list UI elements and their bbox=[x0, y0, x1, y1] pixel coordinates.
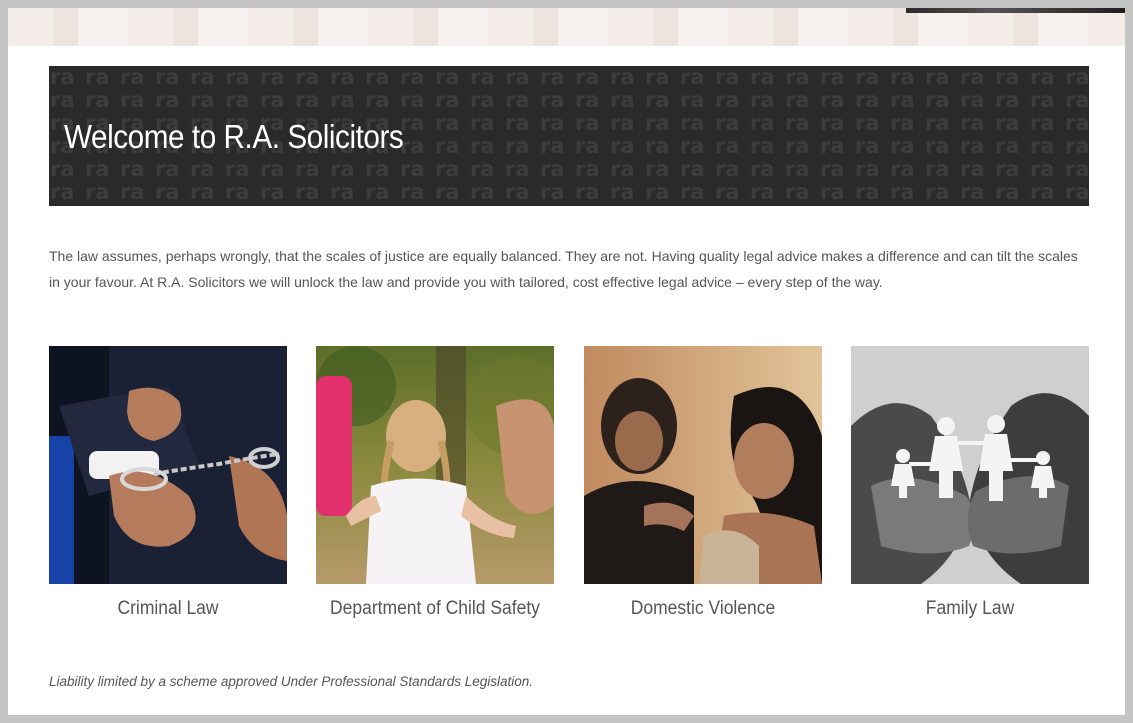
page-frame: ra Welcome to R.A. Solicitors The law as… bbox=[8, 8, 1125, 715]
child-safety-image[interactable] bbox=[316, 346, 554, 584]
service-card-child-safety[interactable]: Department of Child Safety bbox=[316, 346, 554, 620]
domestic-violence-image[interactable] bbox=[584, 346, 822, 584]
header-banner-image bbox=[8, 8, 1125, 46]
page-title: Welcome to R.A. Solicitors bbox=[64, 118, 404, 155]
service-card-criminal-law[interactable]: Criminal Law bbox=[49, 346, 287, 620]
child-safety-link[interactable]: Department of Child Safety bbox=[326, 598, 545, 620]
domestic-violence-link[interactable]: Domestic Violence bbox=[594, 598, 813, 620]
family-law-link[interactable]: Family Law bbox=[861, 598, 1080, 620]
family-law-image[interactable] bbox=[851, 346, 1089, 584]
intro-paragraph: The law assumes, perhaps wrongly, that t… bbox=[49, 248, 1078, 290]
welcome-hero: ra Welcome to R.A. Solicitors bbox=[49, 66, 1089, 206]
service-card-family-law[interactable]: Family Law bbox=[851, 346, 1089, 620]
criminal-law-image[interactable] bbox=[49, 346, 287, 584]
service-card-domestic-violence[interactable]: Domestic Violence bbox=[584, 346, 822, 620]
criminal-law-link[interactable]: Criminal Law bbox=[59, 598, 278, 620]
liability-note: Liability limited by a scheme approved U… bbox=[49, 674, 534, 689]
